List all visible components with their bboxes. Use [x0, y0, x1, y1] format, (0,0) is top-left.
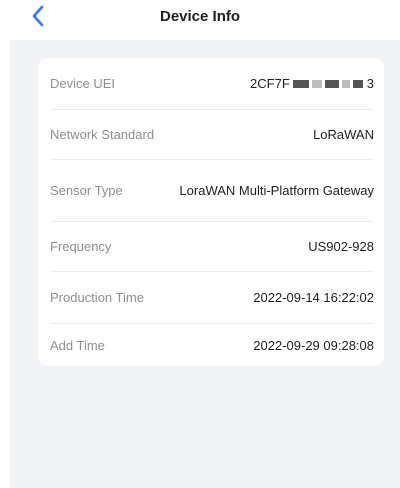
add-time-label: Add Time: [50, 337, 105, 353]
info-row-device-uei: Device UEI 2CF7F 3: [50, 58, 374, 110]
info-row-frequency: Frequency US902-928: [50, 222, 374, 272]
redaction-mask: [292, 79, 309, 88]
frequency-label: Frequency: [50, 239, 112, 254]
device-uei-prefix: 2CF7F: [250, 76, 290, 91]
redaction-mask: [324, 79, 339, 88]
info-row-network-standard: Network Standard LoRaWAN: [50, 110, 374, 160]
redaction-mask: [352, 79, 363, 88]
network-standard-label: Network Standard: [50, 127, 155, 142]
redaction-mask: [341, 79, 350, 88]
info-row-sensor-type: Sensor Type LoraWAN Multi-Platform Gatew…: [50, 160, 374, 222]
device-info-card: Device UEI 2CF7F 3 Network Standard LoRa…: [38, 58, 384, 366]
info-row-production-time: Production Time 2022-09-14 16:22:02: [50, 272, 374, 324]
header-bar: Device Info: [0, 0, 400, 36]
info-row-add-time: Add Time 2022-09-29 09:28:08: [50, 324, 374, 366]
device-uei-suffix: 3: [366, 76, 374, 91]
device-uei-label: Device UEI: [50, 76, 116, 91]
redaction-mask: [311, 79, 322, 88]
device-uei-value: 2CF7F 3: [250, 76, 374, 91]
production-time-label: Production Time: [50, 290, 144, 305]
sensor-type-label: Sensor Type: [50, 183, 123, 198]
network-standard-value: LoRaWAN: [313, 127, 374, 142]
production-time-value: 2022-09-14 16:22:02: [253, 290, 374, 305]
sensor-type-value: LoraWAN Multi-Platform Gateway: [179, 182, 374, 198]
content-area: Device UEI 2CF7F 3 Network Standard LoRa…: [10, 40, 400, 488]
add-time-value: 2022-09-29 09:28:08: [253, 337, 374, 353]
frequency-value: US902-928: [308, 239, 374, 254]
page-title: Device Info: [159, 8, 241, 25]
